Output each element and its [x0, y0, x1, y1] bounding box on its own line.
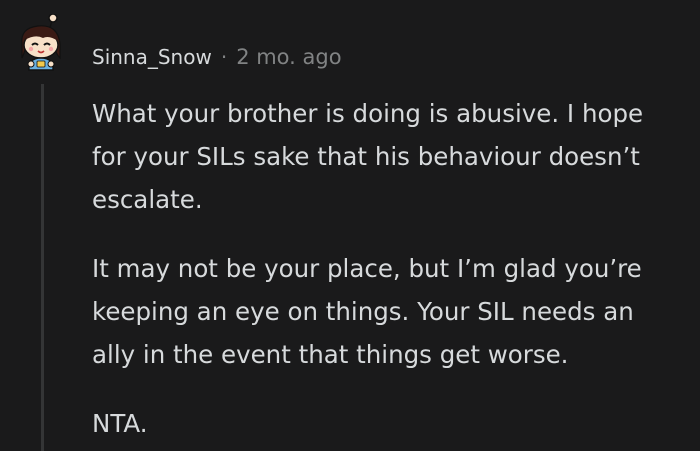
meta-separator: · — [220, 45, 228, 69]
user-avatar[interactable] — [16, 13, 70, 74]
comment-paragraph: NTA. — [92, 409, 148, 438]
comment-timestamp[interactable]: 2 mo. ago — [236, 45, 341, 69]
snoo-avatar-icon — [21, 13, 61, 71]
comment-body: What your brother is doing is abusive. I… — [92, 92, 682, 451]
comment: Sinna_Snow · 2 mo. ago What your brother… — [0, 0, 700, 451]
username-link[interactable]: Sinna_Snow — [92, 45, 212, 69]
comment-paragraph: What your brother is doing is abusive. I… — [92, 99, 644, 214]
comment-header: Sinna_Snow · 2 mo. ago — [92, 42, 342, 72]
thread-collapse-line[interactable] — [41, 84, 44, 451]
comment-paragraph: It may not be your place, but I’m glad y… — [92, 254, 642, 369]
